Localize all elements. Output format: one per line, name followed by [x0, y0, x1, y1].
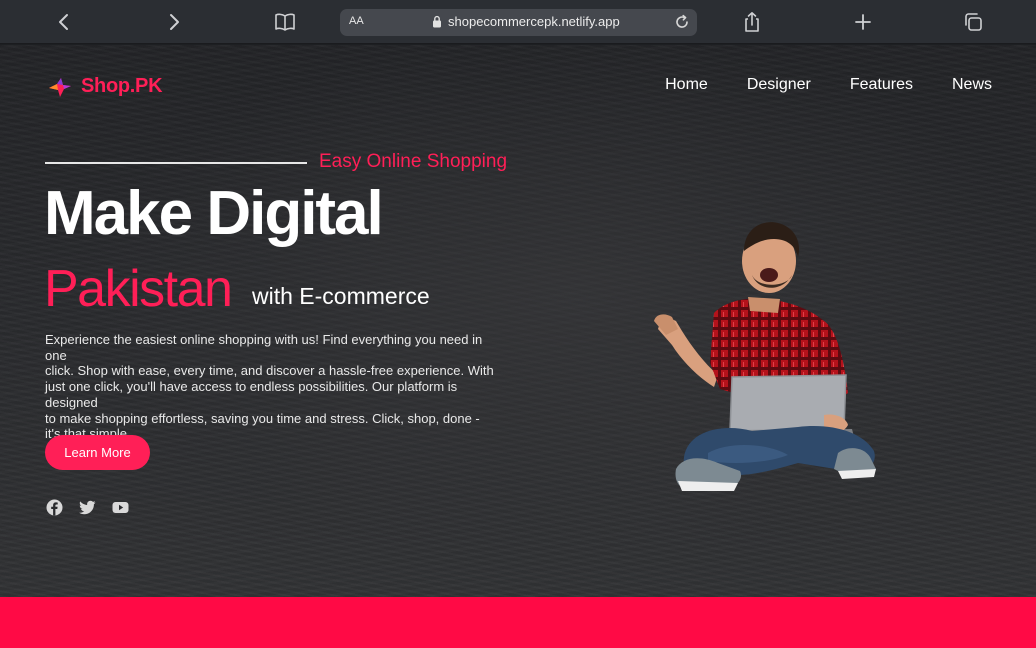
tabs-button[interactable]	[960, 9, 986, 35]
next-section-band	[0, 597, 1036, 648]
text-size-button[interactable]: AA	[349, 15, 364, 27]
hero-headline: Make Digital	[44, 179, 384, 248]
nav-features[interactable]: Features	[850, 76, 913, 94]
forward-button[interactable]	[161, 9, 187, 35]
social-links	[46, 499, 129, 516]
description-line: just one click, you'll have access to en…	[45, 379, 458, 410]
brand-name: Shop.PK	[81, 75, 163, 97]
excited-shopper-image	[654, 222, 876, 491]
chevron-right-icon	[170, 14, 179, 30]
youtube-icon[interactable]	[112, 499, 129, 516]
description-line: to make shopping effortless, saving you …	[45, 410, 480, 426]
share-icon	[745, 12, 759, 32]
back-button[interactable]	[51, 9, 77, 35]
main-nav: Home Designer Features News	[665, 76, 992, 94]
brand-logo[interactable]: Shop.PK	[47, 75, 163, 98]
bookmarks-button[interactable]	[272, 9, 298, 35]
twitter-icon[interactable]	[79, 499, 96, 516]
hero-highlight: Pakistan	[44, 260, 233, 318]
nav-news[interactable]: News	[952, 76, 992, 94]
tagline: Easy Online Shopping	[319, 151, 508, 172]
hero-description: Experience the easiest online shopping w…	[45, 332, 507, 442]
facebook-icon[interactable]	[46, 499, 63, 516]
hero-section: Shop.PK Home Designer Features News Easy…	[0, 45, 1036, 597]
plus-icon	[855, 14, 871, 30]
lock-icon	[433, 15, 441, 28]
share-button[interactable]	[739, 9, 765, 35]
tabs-icon	[965, 13, 982, 31]
chevron-left-icon	[59, 14, 68, 30]
book-icon	[275, 13, 295, 31]
nav-designer[interactable]: Designer	[747, 76, 811, 94]
description-line: Experience the easiest online shopping w…	[45, 332, 483, 363]
tagline-divider	[45, 162, 307, 164]
bird-logo-icon	[49, 77, 71, 97]
browser-toolbar: AA shopecommercepk.netlify.app	[0, 0, 1036, 44]
new-tab-button[interactable]	[850, 9, 876, 35]
url-text: shopecommercepk.netlify.app	[448, 14, 620, 29]
hero-suffix: with E-commerce	[252, 283, 430, 309]
learn-more-button[interactable]: Learn More	[45, 435, 150, 470]
reload-icon[interactable]	[673, 13, 691, 31]
address-bar[interactable]: AA shopecommercepk.netlify.app	[340, 9, 697, 36]
description-line: click. Shop with ease, every time, and d…	[45, 363, 494, 379]
nav-home[interactable]: Home	[665, 76, 708, 94]
